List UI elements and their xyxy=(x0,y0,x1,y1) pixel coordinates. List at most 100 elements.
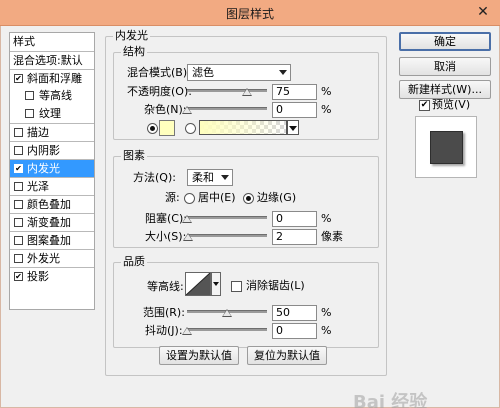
list-item-inner-glow[interactable]: ✔ 内发光 xyxy=(10,159,94,177)
antialias-checkbox[interactable] xyxy=(231,281,242,292)
opacity-slider[interactable] xyxy=(187,85,267,97)
noise-slider-thumb[interactable] xyxy=(182,106,192,114)
list-item-satin[interactable]: 光泽 xyxy=(10,177,94,195)
jitter-label: 抖动(J): xyxy=(145,324,183,337)
list-header-styles[interactable]: 样式 xyxy=(10,33,94,51)
opacity-input[interactable]: 75 xyxy=(272,84,317,100)
range-slider-thumb[interactable] xyxy=(222,309,232,317)
noise-percent: % xyxy=(321,103,332,116)
contour-checkbox[interactable] xyxy=(25,91,34,100)
method-select[interactable]: 柔和 xyxy=(187,169,233,186)
size-label: 大小(S): xyxy=(145,230,187,243)
contour-preview-icon xyxy=(186,273,210,295)
list-item-label: 光泽 xyxy=(27,180,49,193)
source-center-label[interactable]: 居中(E) xyxy=(198,191,236,205)
contour-picker[interactable] xyxy=(185,272,211,296)
list-item-outer-glow[interactable]: 外发光 xyxy=(10,249,94,267)
list-item-contour[interactable]: 等高线 xyxy=(10,87,94,105)
set-default-button[interactable]: 设置为默认值 xyxy=(159,346,239,365)
list-item-drop-shadow[interactable]: ✔ 投影 xyxy=(10,267,94,285)
chevron-down-icon xyxy=(279,70,287,75)
opacity-percent: % xyxy=(321,85,332,98)
gradient-radio[interactable] xyxy=(185,123,196,134)
glow-color-swatch[interactable] xyxy=(159,120,175,136)
stroke-checkbox[interactable] xyxy=(14,128,23,137)
list-item-stroke[interactable]: 描边 xyxy=(10,123,94,141)
inner-glow-checkbox[interactable]: ✔ xyxy=(14,164,23,173)
range-input[interactable]: 50 xyxy=(272,305,317,321)
outer-glow-checkbox[interactable] xyxy=(14,254,23,263)
list-item-label: 纹理 xyxy=(39,107,61,120)
title-bar: 图层样式 ✕ xyxy=(0,0,500,26)
list-item-gradient-overlay[interactable]: 渐变叠加 xyxy=(10,213,94,231)
list-item-label: 等高线 xyxy=(39,89,72,102)
list-item-color-overlay[interactable]: 颜色叠加 xyxy=(10,195,94,213)
noise-input[interactable]: 0 xyxy=(272,102,317,118)
style-preview xyxy=(415,116,477,178)
drop-shadow-checkbox[interactable]: ✔ xyxy=(14,272,23,281)
chevron-down-icon xyxy=(289,126,297,131)
size-unit: 像素 xyxy=(321,230,343,243)
list-item-label: 图案叠加 xyxy=(27,234,71,247)
choke-slider[interactable] xyxy=(182,212,267,224)
preview-thumbnail xyxy=(430,131,463,164)
cancel-button[interactable]: 取消 xyxy=(399,57,491,76)
style-list: 样式 混合选项:默认 ✔ 斜面和浮雕 等高线 纹理 描边 内阴影 ✔ 内发光 光… xyxy=(9,32,95,310)
blend-mode-label: 混合模式(B): xyxy=(127,66,191,79)
size-input[interactable]: 2 xyxy=(272,229,317,245)
preview-checkbox[interactable]: ✔ xyxy=(419,100,430,111)
source-edge-radio[interactable] xyxy=(243,193,254,204)
dialog-body: 样式 混合选项:默认 ✔ 斜面和浮雕 等高线 纹理 描边 内阴影 ✔ 内发光 光… xyxy=(0,26,500,408)
watermark: Bai 经验 xyxy=(353,392,428,408)
ok-button[interactable]: 确定 xyxy=(399,32,491,51)
list-item-pattern-overlay[interactable]: 图案叠加 xyxy=(10,231,94,249)
range-percent: % xyxy=(321,306,332,319)
opacity-label: 不透明度(O): xyxy=(127,85,192,98)
blend-mode-value: 滤色 xyxy=(192,66,214,79)
gradient-swatch[interactable] xyxy=(199,120,287,135)
gradient-overlay-checkbox[interactable] xyxy=(14,218,23,227)
source-edge-label[interactable]: 边缘(G) xyxy=(257,191,296,205)
list-item-texture[interactable]: 纹理 xyxy=(10,105,94,123)
choke-percent: % xyxy=(321,212,332,225)
size-slider-thumb[interactable] xyxy=(183,233,193,241)
chevron-down-icon xyxy=(213,282,219,286)
jitter-slider[interactable] xyxy=(182,324,267,336)
preview-label[interactable]: 预览(V) xyxy=(432,98,470,112)
structure-title: 结构 xyxy=(121,45,147,58)
list-item-label: 斜面和浮雕 xyxy=(27,72,82,85)
pattern-overlay-checkbox[interactable] xyxy=(14,236,23,245)
gradient-dropdown[interactable] xyxy=(287,120,299,135)
list-item-inner-shadow[interactable]: 内阴影 xyxy=(10,141,94,159)
noise-slider[interactable] xyxy=(182,103,267,115)
list-item-label: 投影 xyxy=(27,270,49,283)
inner-shadow-checkbox[interactable] xyxy=(14,146,23,155)
list-item-blending-options[interactable]: 混合选项:默认 xyxy=(10,51,94,69)
new-style-button[interactable]: 新建样式(W)... xyxy=(399,80,491,99)
close-icon[interactable]: ✕ xyxy=(474,3,492,21)
method-value: 柔和 xyxy=(192,171,214,184)
jitter-input[interactable]: 0 xyxy=(272,323,317,339)
choke-input[interactable]: 0 xyxy=(272,211,317,227)
solid-color-radio[interactable] xyxy=(147,123,158,134)
reset-default-button[interactable]: 复位为默认值 xyxy=(247,346,327,365)
opacity-slider-thumb[interactable] xyxy=(242,88,252,96)
antialias-label[interactable]: 消除锯齿(L) xyxy=(246,279,305,293)
list-item-bevel-emboss[interactable]: ✔ 斜面和浮雕 xyxy=(10,69,94,87)
list-item-label: 外发光 xyxy=(27,252,60,265)
list-item-label: 渐变叠加 xyxy=(27,216,71,229)
panel-title: 内发光 xyxy=(113,29,150,42)
contour-dropdown[interactable] xyxy=(211,272,221,296)
satin-checkbox[interactable] xyxy=(14,182,23,191)
size-slider[interactable] xyxy=(183,230,267,242)
color-overlay-checkbox[interactable] xyxy=(14,200,23,209)
choke-slider-thumb[interactable] xyxy=(182,215,192,223)
bevel-emboss-checkbox[interactable]: ✔ xyxy=(14,74,23,83)
texture-checkbox[interactable] xyxy=(25,109,34,118)
blend-mode-select[interactable]: 滤色 xyxy=(187,64,291,81)
quality-title: 品质 xyxy=(121,255,147,268)
source-center-radio[interactable] xyxy=(184,193,195,204)
range-slider[interactable] xyxy=(187,306,267,318)
window-title: 图层样式 xyxy=(225,7,274,21)
jitter-slider-thumb[interactable] xyxy=(182,327,192,335)
